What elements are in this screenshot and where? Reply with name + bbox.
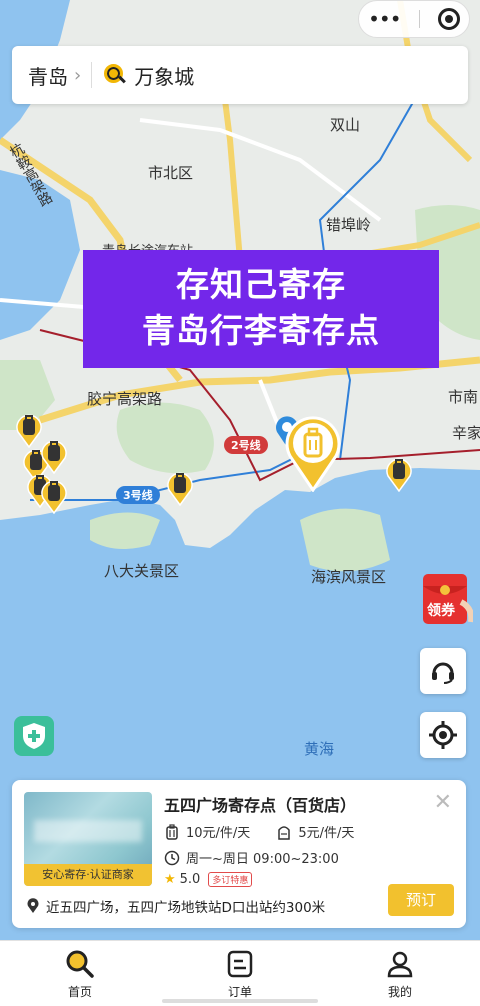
store-card[interactable]: 安心寄存·认证商家 五四广场寄存点（百货店） ✕ 10元/件/天 5元/件/天 …: [12, 780, 466, 928]
luggage-large-icon: [166, 823, 178, 840]
luggage-pin-icon[interactable]: [166, 470, 194, 507]
map-label-shibei: 市北区: [148, 164, 194, 182]
promo-banner: 存知己寄存 青岛行李寄存点: [83, 250, 439, 368]
store-address: 近五四广场，五四广场地铁站D口出站约300米: [46, 900, 326, 916]
banner-line-1: 存知己寄存: [176, 265, 346, 304]
map-label-cuobuling: 错埠岭: [326, 216, 372, 234]
search-icon: [66, 950, 94, 978]
address-row: 近五四广场，五四广场地铁站D口出站约300米: [26, 896, 325, 916]
certified-merchant-tag: 安心寄存·认证商家: [24, 864, 152, 886]
thumbnail-blur: [34, 820, 142, 842]
user-icon: [387, 951, 413, 978]
rating-row: ★ 5.0 多订特惠: [164, 872, 253, 887]
search-bar: 青岛 › 万象城: [12, 46, 468, 104]
tab-home[interactable]: 首页: [0, 941, 160, 1006]
locate-me-button[interactable]: [420, 712, 466, 758]
target-circle-icon[interactable]: [437, 8, 460, 30]
promo-badge: 多订特惠: [208, 872, 253, 887]
headset-icon: [432, 662, 454, 684]
store-title: 五四广场寄存点（百货店）: [164, 796, 357, 815]
luggage-pin-icon[interactable]: [385, 456, 413, 493]
map-label-xinjia: 辛家: [452, 424, 480, 442]
rating-value: 5.0: [179, 872, 201, 887]
search-icon: [104, 64, 126, 86]
order-icon: [227, 950, 253, 978]
price-small: 5元/件/天: [298, 826, 355, 841]
capsule-divider: [418, 10, 420, 28]
map-label-haibin: 海滨风景区: [311, 568, 387, 586]
luggage-pin-icon[interactable]: [40, 438, 68, 475]
clock-icon: [164, 850, 180, 865]
chevron-right-icon: ›: [74, 64, 82, 86]
mini-program-capsule: •••: [358, 0, 470, 38]
luggage-pin-icon[interactable]: [40, 478, 68, 515]
price-row: 10元/件/天 5元/件/天: [164, 822, 354, 841]
map-label-badaguan: 八大关景区: [104, 562, 180, 580]
metro-line-2-tag: 2号线: [224, 436, 268, 454]
luggage-pin-icon[interactable]: [15, 412, 43, 449]
city-selector[interactable]: 青岛: [28, 61, 68, 90]
map-label-shuangshan: 双山: [330, 116, 361, 134]
tab-profile-label: 我的: [387, 985, 412, 999]
more-dots-icon[interactable]: •••: [368, 7, 401, 31]
opening-hours: 周一~周日 09:00~23:00: [186, 852, 339, 867]
crosshair-icon: [429, 721, 457, 749]
star-icon: ★: [164, 872, 176, 887]
customer-service-button[interactable]: [420, 648, 466, 694]
coupon-envelope[interactable]: 领券: [421, 572, 475, 628]
banner-line-2: 青岛行李寄存点: [142, 311, 380, 350]
search-divider: [91, 62, 93, 88]
store-thumbnail: 安心寄存·认证商家: [24, 792, 152, 886]
close-icon[interactable]: ✕: [434, 790, 452, 815]
tab-home-label: 首页: [67, 985, 92, 999]
location-pin-icon: [27, 898, 39, 913]
backpack-icon: [278, 825, 291, 840]
map-label-shinan: 市南: [448, 388, 479, 406]
shield-plus-icon: [23, 723, 45, 749]
home-indicator: [162, 999, 318, 1003]
tab-orders-label: 订单: [227, 985, 252, 999]
insurance-shield-button[interactable]: [14, 716, 54, 756]
tab-profile[interactable]: 我的: [320, 941, 480, 1006]
selected-store-pin-icon[interactable]: [284, 414, 342, 492]
map-label-huanghai: 黄海: [304, 740, 335, 758]
price-large: 10元/件/天: [186, 826, 251, 841]
reserve-button[interactable]: 预订: [388, 884, 454, 916]
search-input[interactable]: 万象城: [134, 61, 194, 90]
bottom-tab-bar: 首页 订单 我的: [0, 940, 480, 1006]
tab-orders[interactable]: 订单: [160, 941, 320, 1006]
metro-line-3-tag: 3号线: [116, 486, 160, 504]
coupon-label: 领券: [427, 603, 455, 619]
map-label-jiaoning-road: 胶宁高架路: [87, 390, 163, 408]
hours-row: 周一~周日 09:00~23:00: [164, 848, 339, 867]
